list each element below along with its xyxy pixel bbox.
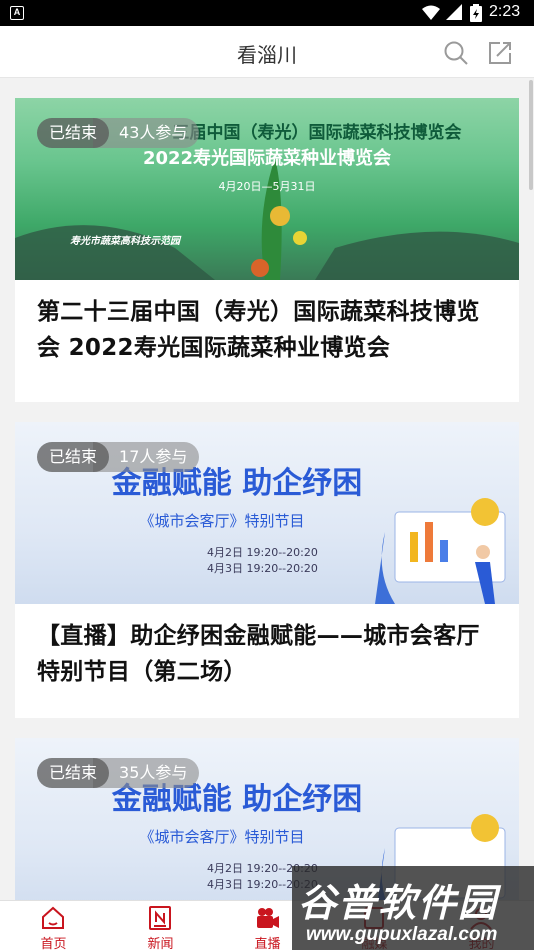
watermark: 谷普软件园 www.gupuxlazal.com xyxy=(292,866,534,950)
banner-subtitle-line: 《城市会客厅》特别节目 xyxy=(139,828,305,846)
live-badges: 已结束 17人参与 xyxy=(37,442,200,472)
live-camera-icon xyxy=(257,908,279,928)
banner-date-line: 4月3日 19:20--20:20 xyxy=(207,562,318,575)
live-title[interactable]: 【直播】助企纾困金融赋能——城市会客厅特别节目（第二场） xyxy=(15,604,519,690)
signal-icon xyxy=(446,4,462,20)
live-card[interactable]: 金融赋能 助企纾困 《城市会客厅》特别节目 4月2日 19:20--20:20 … xyxy=(15,422,519,718)
news-icon xyxy=(149,906,171,930)
status-badge: 已结束 xyxy=(37,442,110,472)
banner-date-line: 4月2日 19:20--20:20 xyxy=(207,546,318,559)
home-icon xyxy=(42,906,64,929)
live-card[interactable]: 三届中国（寿光）国际蔬菜科技博览会 2022寿光国际蔬菜种业博览会 4月20日—… xyxy=(15,98,519,402)
search-icon[interactable] xyxy=(443,40,469,66)
tab-news[interactable]: 新闻 xyxy=(107,901,214,950)
live-title[interactable]: 第二十三届中国（寿光）国际蔬菜科技博览会 2022寿光国际蔬菜种业博览会 xyxy=(15,280,519,366)
scrollbar[interactable] xyxy=(529,80,533,190)
tab-label: 新闻 xyxy=(147,937,174,950)
banner-venue-line: 寿光市蔬菜高科技示范园 xyxy=(70,236,180,247)
app-header: 看淄川 xyxy=(0,26,534,78)
tab-home[interactable]: 首页 xyxy=(0,901,107,950)
watermark-url: www.gupuxlazal.com xyxy=(306,924,498,945)
live-banner-image[interactable]: 金融赋能 助企纾困 《城市会客厅》特别节目 4月2日 19:20--20:20 … xyxy=(15,422,519,604)
status-badge: 已结束 xyxy=(37,758,110,788)
live-banner-image[interactable]: 三届中国（寿光）国际蔬菜科技博览会 2022寿光国际蔬菜种业博览会 4月20日—… xyxy=(15,98,519,280)
banner-subtitle-line: 《城市会客厅》特别节目 xyxy=(139,512,305,530)
live-badges: 已结束 35人参与 xyxy=(37,758,200,788)
banner-date-line: 4月20日—5月31日 xyxy=(218,180,316,193)
battery-icon xyxy=(470,4,482,22)
wifi-icon xyxy=(422,5,440,20)
status-bar: A 2:23 xyxy=(0,0,534,26)
live-list[interactable]: 三届中国（寿光）国际蔬菜科技博览会 2022寿光国际蔬菜种业博览会 4月20日—… xyxy=(0,78,534,900)
watermark-text: 谷普软件园 xyxy=(298,881,499,925)
clock: 2:23 xyxy=(489,3,521,20)
share-icon[interactable] xyxy=(487,40,513,66)
live-badges: 已结束 43人参与 xyxy=(37,118,200,148)
tab-label: 首页 xyxy=(40,937,67,950)
app-notification-icon: A xyxy=(10,6,24,20)
status-badge: 已结束 xyxy=(37,118,110,148)
